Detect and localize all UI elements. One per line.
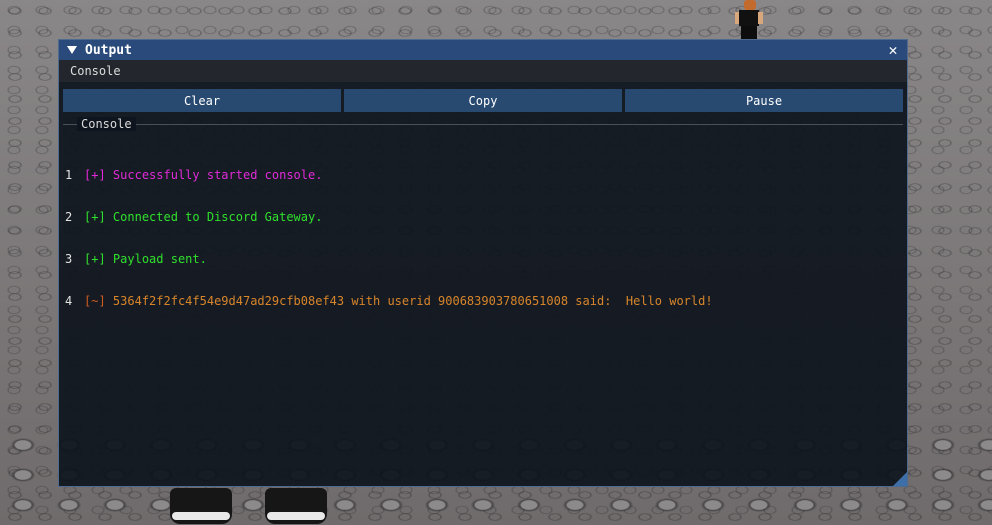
line-number: 2 <box>65 210 73 224</box>
log-message: Payload sent. <box>112 252 207 266</box>
line-number: 1 <box>65 168 73 182</box>
console-log[interactable]: 1 [+] Successfully started console. 2 [+… <box>65 140 903 482</box>
avatar-right-shoe <box>265 488 327 524</box>
log-line: 4 [~] 5364f2f2fc4f54e9d47ad29cfb08ef43 w… <box>65 294 903 308</box>
line-number: 3 <box>65 252 73 266</box>
resize-grip-icon[interactable] <box>893 472 907 486</box>
log-tag: [~] <box>84 294 106 308</box>
log-line: 2 [+] Connected to Discord Gateway. <box>65 210 903 224</box>
log-message: Successfully started console. <box>112 168 323 182</box>
output-window[interactable]: Output ✕ Console Clear Copy Pause Consol… <box>58 39 908 487</box>
avatar-left-shoe <box>170 488 232 524</box>
menu-bar: Console <box>59 60 907 82</box>
close-icon[interactable]: ✕ <box>885 42 901 58</box>
log-line: 1 [+] Successfully started console. <box>65 168 903 182</box>
line-number: 4 <box>65 294 73 308</box>
log-tag: [+] <box>84 252 106 266</box>
menu-item-console[interactable]: Console <box>70 64 121 78</box>
distant-avatar <box>735 0 763 40</box>
group-separator <box>63 124 903 125</box>
log-message: Connected to Discord Gateway. <box>112 210 323 224</box>
console-toolbar: Clear Copy Pause <box>63 89 903 112</box>
window-title: Output <box>85 42 132 58</box>
window-titlebar[interactable]: Output ✕ <box>59 40 907 60</box>
log-message: 5364f2f2fc4f54e9d47ad29cfb08ef43 with us… <box>112 294 713 308</box>
console-group-label: Console <box>77 117 136 131</box>
log-tag: [+] <box>84 168 106 182</box>
log-tag: [+] <box>84 210 106 224</box>
clear-button[interactable]: Clear <box>63 89 341 112</box>
log-line: 3 [+] Payload sent. <box>65 252 903 266</box>
copy-button[interactable]: Copy <box>344 89 622 112</box>
collapse-triangle-icon[interactable] <box>67 46 77 54</box>
pause-button[interactable]: Pause <box>625 89 903 112</box>
